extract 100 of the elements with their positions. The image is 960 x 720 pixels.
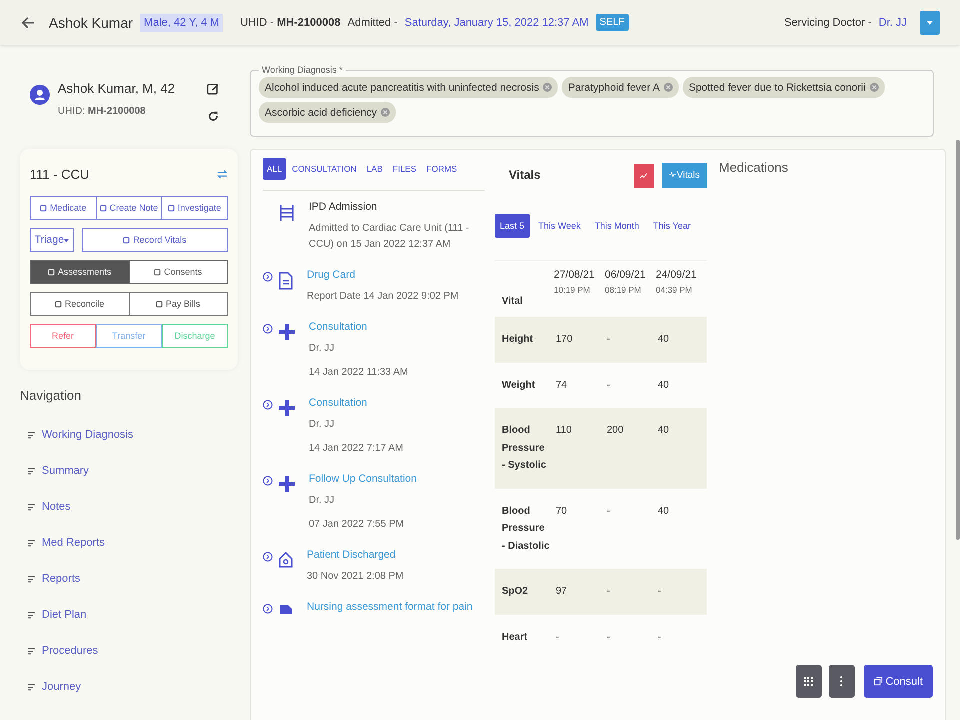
navigation-heading: Navigation <box>20 388 82 403</box>
nav-item[interactable]: Summary <box>20 453 248 489</box>
nav-item[interactable]: Med Reports <box>20 525 248 561</box>
column-time: 04:39 PM <box>656 285 694 295</box>
action-button[interactable]: Assessments <box>30 260 130 284</box>
square-icon <box>156 300 163 308</box>
lines-icon <box>28 612 35 618</box>
period-tab[interactable]: Last 5 <box>495 214 530 238</box>
expand-icon[interactable] <box>263 552 273 562</box>
event-detail: Dr. JJ <box>309 342 336 356</box>
nav-item[interactable]: Diet Plan <box>20 597 248 633</box>
diagnosis-chip[interactable]: Paratyphoid fever A <box>562 77 679 98</box>
admitted-label: Admitted - <box>348 16 398 28</box>
lines-icon <box>28 576 35 582</box>
action-button[interactable]: Pay Bills <box>130 292 228 316</box>
expand-icon[interactable] <box>263 400 273 410</box>
apps-button[interactable] <box>796 665 822 698</box>
event-title[interactable]: Consultation <box>309 321 408 333</box>
table-cell: - <box>656 569 707 614</box>
column-date: 06/09/21 <box>605 269 647 281</box>
lines-icon <box>28 432 35 438</box>
period-tab[interactable]: This Week <box>534 214 586 238</box>
nav-item[interactable]: Notes <box>20 489 248 525</box>
filter-tab[interactable]: CONSULTATION <box>288 158 361 180</box>
event-detail: Dr. JJ <box>309 494 336 508</box>
patient-card-name: Ashok Kumar, M, 42 <box>58 81 176 96</box>
expand-icon[interactable] <box>263 476 273 486</box>
vital-name: SpO2 <box>495 569 554 614</box>
back-icon[interactable] <box>20 14 36 30</box>
diagnosis-chip[interactable]: Alcohol induced acute pancreatitis with uninfected necrosis <box>259 77 558 98</box>
event-detail: 07 Jan 2022 7:55 PM <box>309 518 406 532</box>
table-cell: 40 <box>656 362 707 408</box>
event-title[interactable]: Consultation <box>309 397 404 409</box>
event-detail: Admitted to Cardiac Care Unit (111 - CCU) on 15 Jan 2022 12:37 AM <box>309 222 470 252</box>
document-icon <box>279 272 293 290</box>
table-cell: 74 <box>554 362 605 408</box>
expand-icon[interactable] <box>263 272 273 282</box>
action-button[interactable]: Refer <box>30 324 96 348</box>
table-cell: - <box>605 317 656 362</box>
pulse-icon <box>668 172 676 178</box>
lines-icon <box>28 504 35 510</box>
filter-tab[interactable]: ALL <box>263 158 286 180</box>
refresh-icon[interactable] <box>207 110 220 123</box>
filter-tab[interactable]: FORMS <box>422 158 462 180</box>
square-icon <box>154 268 162 276</box>
copy-icon <box>874 677 883 686</box>
action-button[interactable]: Reconcile <box>30 292 130 316</box>
event-title: IPD Admission <box>309 201 378 213</box>
expand-icon[interactable] <box>263 604 273 614</box>
event-title[interactable]: Drug Card <box>307 269 459 281</box>
event-detail: 14 Jan 2022 11:33 AM <box>309 366 408 380</box>
square-icon <box>100 204 107 212</box>
grid-icon <box>804 677 814 686</box>
action-button[interactable]: Triage <box>30 228 74 252</box>
table-cell: 170 <box>554 317 605 362</box>
table-cell: - <box>605 488 656 569</box>
avatar-icon <box>30 85 50 105</box>
table-cell: 97 <box>554 569 605 614</box>
action-button[interactable]: Investigate <box>162 196 228 220</box>
nav-item[interactable]: Working Diagnosis <box>20 417 248 453</box>
doctor-dropdown-button[interactable] <box>920 10 940 34</box>
period-tab[interactable]: This Month <box>590 214 644 238</box>
event-title[interactable]: Follow Up Consultation <box>309 473 417 485</box>
medications-heading: Medications <box>719 160 788 175</box>
demographics-tag: Male, 42 Y, 4 M <box>140 14 224 32</box>
filter-tab[interactable]: FILES <box>388 158 421 180</box>
column-date: 27/08/21 <box>554 269 596 281</box>
vital-name: Height <box>495 317 554 362</box>
event-title[interactable]: Patient Discharged <box>307 549 404 561</box>
patient-name: Ashok Kumar <box>49 14 134 30</box>
trend-button[interactable] <box>634 164 654 188</box>
edit-icon[interactable] <box>207 83 220 96</box>
swap-icon[interactable] <box>217 169 228 180</box>
nav-item[interactable]: Reports <box>20 561 248 597</box>
filter-tab[interactable]: LAB <box>362 158 387 180</box>
square-icon <box>168 204 175 212</box>
medical-cross-icon <box>279 400 295 416</box>
more-button[interactable] <box>828 665 855 698</box>
consult-button[interactable]: Consult <box>864 665 933 698</box>
event-title[interactable]: Nursing assessment format for pain <box>307 601 473 613</box>
column-date: 24/09/21 <box>656 269 698 281</box>
vitals-heading: Vitals <box>508 168 542 182</box>
action-button[interactable]: Record Vitals <box>82 228 228 252</box>
working-diagnosis-field[interactable]: Working Diagnosis * Alcohol induced acute pancreatitis with uninfected necrosis Paratyphoid fever A Spotted fever due to Rickettsia conorii Ascorbic acid deficiency <box>250 65 934 137</box>
nav-item[interactable]: Journey <box>20 669 248 705</box>
action-button[interactable]: Create Note <box>96 196 162 220</box>
diagnosis-chip[interactable]: Ascorbic acid deficiency <box>259 102 396 123</box>
table-cell: - <box>554 614 605 660</box>
expand-icon[interactable] <box>263 324 273 334</box>
add-vitals-button[interactable]: Vitals <box>662 162 707 188</box>
action-button[interactable]: Medicate <box>30 196 97 220</box>
nav-item[interactable]: Procedures <box>20 633 248 669</box>
vital-name: Blood Pressure - Systolic <box>495 408 554 488</box>
diagnosis-chip[interactable]: Spotted fever due to Rickettsia conorii <box>682 77 885 98</box>
admitted-date: Saturday, January 15, 2022 12:37 AM <box>404 16 589 28</box>
square-icon <box>54 300 62 308</box>
table-cell: 200 <box>605 408 656 488</box>
period-tab[interactable]: This Year <box>648 214 696 238</box>
action-button[interactable]: Consents <box>130 260 228 284</box>
column-time: 10:19 PM <box>554 285 592 295</box>
